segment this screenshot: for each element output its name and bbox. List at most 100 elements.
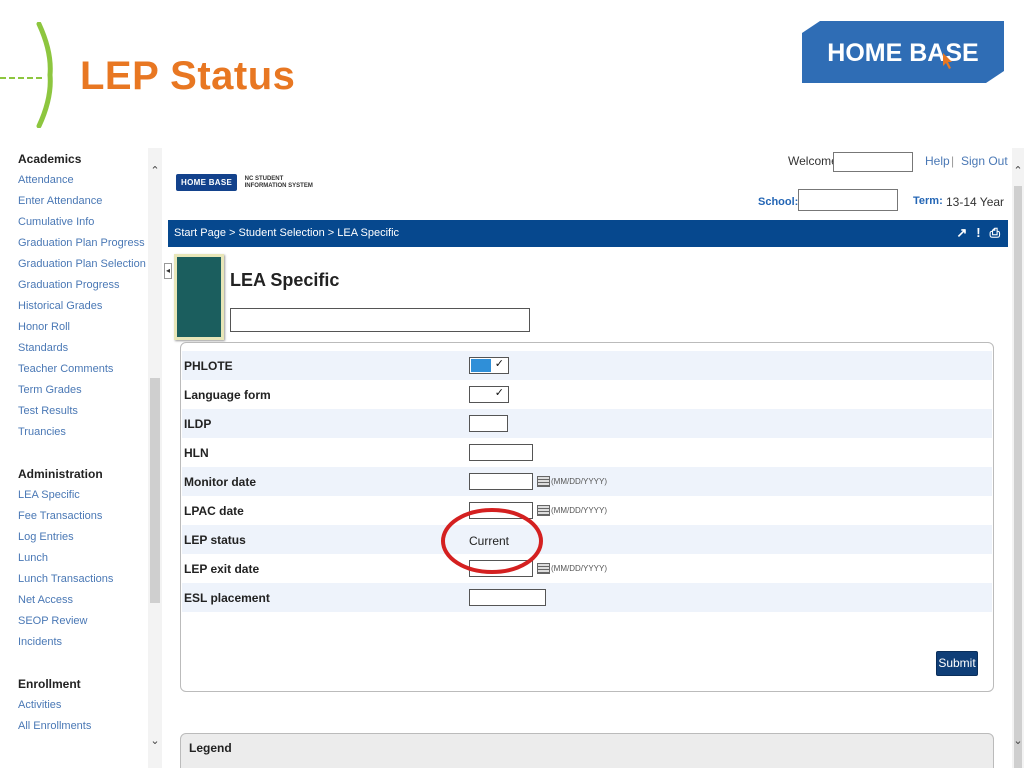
collapse-sidebar-icon[interactable]: ◂: [164, 263, 172, 279]
sidebar-nav: Academics Attendance Enter Attendance Cu…: [0, 148, 148, 768]
monitor-date-label: Monitor date: [184, 475, 256, 489]
home-base-logo-text: HOME BASE: [827, 39, 978, 67]
chevron-up-icon[interactable]: ⌃: [1012, 164, 1024, 177]
sidebar-section-administration: Administration LEA Specific Fee Transact…: [0, 467, 148, 653]
submit-button[interactable]: Submit: [936, 651, 978, 676]
scrollbar-thumb[interactable]: [150, 378, 160, 603]
chevron-up-icon[interactable]: ⌃: [149, 164, 161, 177]
legend-title: Legend: [189, 741, 232, 755]
chevron-down-icon: ✓: [494, 358, 504, 371]
language-form-label: Language form: [184, 388, 271, 402]
sidebar-section-enrollment: Enrollment Activities All Enrollments: [0, 677, 148, 737]
esl-placement-input[interactable]: [469, 589, 546, 607]
form-row-hln: HLN: [182, 438, 992, 467]
ildp-input[interactable]: [469, 415, 508, 433]
sidebar-item-term-grades[interactable]: Term Grades: [0, 380, 148, 401]
chevron-down-icon[interactable]: ⌄: [1012, 734, 1024, 747]
monitor-date-input[interactable]: [469, 473, 533, 491]
student-name-field: [230, 308, 530, 332]
sidebar-item-lunch[interactable]: Lunch: [0, 548, 148, 569]
app-logo-mark: HOME BASE: [176, 174, 238, 192]
sidebar-item-standards[interactable]: Standards: [0, 338, 148, 359]
lpac-date-label: LPAC date: [184, 504, 244, 518]
term-value[interactable]: 13-14 Year: [946, 195, 1004, 209]
page-title: LEA Specific: [230, 270, 340, 290]
date-format-hint: (MM/DD/YYYY): [551, 564, 607, 574]
sidebar-item-historical-grades[interactable]: Historical Grades: [0, 296, 148, 317]
esl-placement-label: ESL placement: [184, 591, 270, 605]
sidebar-item-net-access[interactable]: Net Access: [0, 590, 148, 611]
school-label: School:: [758, 196, 799, 208]
phlote-select[interactable]: ✓: [469, 357, 509, 375]
slide-root: LEP Status HOME BASE Academics Attendanc…: [0, 0, 1024, 768]
sidebar-item-fee-transactions[interactable]: Fee Transactions: [0, 506, 148, 527]
sidebar-item-log-entries[interactable]: Log Entries: [0, 527, 148, 548]
sidebar-item-lea-specific[interactable]: LEA Specific: [0, 485, 148, 506]
lep-exit-date-label: LEP exit date: [184, 562, 260, 576]
sidebar-section-academics: Academics Attendance Enter Attendance Cu…: [0, 152, 148, 443]
print-icon[interactable]: ⎙: [990, 225, 1000, 240]
hln-input[interactable]: [469, 444, 533, 462]
sidebar-item-seop-review[interactable]: SEOP Review: [0, 611, 148, 632]
sidebar-scrollbar[interactable]: ⌃ ⌄: [148, 148, 162, 768]
alert-icon[interactable]: !: [976, 225, 980, 240]
slide-title: LEP Status: [80, 54, 296, 98]
chevron-down-icon[interactable]: ⌄: [149, 734, 161, 747]
sidebar-item-enter-attendance[interactable]: Enter Attendance: [0, 191, 148, 212]
sidebar-item-attendance[interactable]: Attendance: [0, 170, 148, 191]
date-format-hint: (MM/DD/YYYY): [551, 506, 607, 516]
sidebar-item-graduation-plan-progress[interactable]: Graduation Plan Progress: [0, 233, 148, 254]
sidebar-item-cumulative-info[interactable]: Cumulative Info: [0, 212, 148, 233]
decorative-bracket: [36, 22, 53, 128]
date-format-hint: (MM/DD/YYYY): [551, 477, 607, 487]
form-row-ildp: ILDP: [182, 409, 992, 438]
user-name-field: [833, 152, 913, 172]
hln-label: HLN: [184, 446, 209, 460]
form-row-esl-placement: ESL placement: [182, 583, 992, 612]
home-base-logo: HOME BASE: [802, 21, 1004, 83]
help-link[interactable]: Help: [925, 154, 950, 168]
calendar-icon[interactable]: [537, 476, 550, 488]
sidebar-item-lunch-transactions[interactable]: Lunch Transactions: [0, 569, 148, 590]
sidebar-item-teacher-comments[interactable]: Teacher Comments: [0, 359, 148, 380]
breadcrumb-bar: Start Page > Student Selection > LEA Spe…: [168, 220, 1008, 247]
sidebar-section-title: Enrollment: [18, 677, 81, 691]
sidebar-item-all-enrollments[interactable]: All Enrollments: [0, 716, 148, 737]
chevron-down-icon: ✓: [494, 387, 504, 400]
phlote-label: PHLOTE: [184, 359, 233, 373]
sidebar-item-activities[interactable]: Activities: [0, 695, 148, 716]
sign-out-link[interactable]: Sign Out: [961, 154, 1008, 168]
highlight-circle: [441, 508, 543, 574]
pointer-icon[interactable]: ↗: [956, 225, 967, 240]
header-separator: |: [951, 154, 955, 168]
sidebar-item-honor-roll[interactable]: Honor Roll: [0, 317, 148, 338]
sidebar-item-graduation-progress[interactable]: Graduation Progress: [0, 275, 148, 296]
sidebar-section-title: Academics: [18, 152, 82, 166]
student-photo: [174, 254, 224, 340]
sidebar-item-truancies[interactable]: Truancies: [0, 422, 148, 443]
sidebar-item-incidents[interactable]: Incidents: [0, 632, 148, 653]
lep-status-label: LEP status: [184, 533, 246, 547]
term-label: Term:: [913, 195, 943, 207]
main-scrollbar[interactable]: ⌃ ⌄: [1012, 148, 1024, 768]
form-row-lpac-date: LPAC date (MM/DD/YYYY): [182, 496, 992, 525]
breadcrumb[interactable]: Start Page > Student Selection > LEA Spe…: [174, 227, 399, 239]
language-form-select[interactable]: ✓: [469, 386, 509, 404]
form-row-phlote: PHLOTE ✓: [182, 351, 992, 380]
ildp-label: ILDP: [184, 417, 212, 431]
form-row-language-form: Language form ✓: [182, 380, 992, 409]
form-row-lep-exit-date: LEP exit date (MM/DD/YYYY): [182, 554, 992, 583]
legend-panel: Legend: [180, 733, 994, 768]
main-content: HOME BASE NC STUDENT INFORMATION SYSTEM W…: [162, 148, 1012, 768]
form-row-lep-status: LEP status Current: [182, 525, 992, 554]
breadcrumb-actions: ↗! ⎙: [947, 225, 1000, 241]
sidebar-section-title: Administration: [18, 467, 103, 481]
school-field: [798, 189, 898, 211]
scrollbar-thumb[interactable]: [1014, 186, 1022, 768]
lea-specific-form: PHLOTE ✓ Language form ✓ ILDP HLN Monito…: [180, 342, 994, 692]
form-row-monitor-date: Monitor date (MM/DD/YYYY): [182, 467, 992, 496]
app-logo: HOME BASE NC STUDENT INFORMATION SYSTEM: [176, 174, 313, 192]
app-logo-subtext: NC STUDENT INFORMATION SYSTEM: [244, 175, 313, 189]
sidebar-item-test-results[interactable]: Test Results: [0, 401, 148, 422]
sidebar-item-graduation-plan-selection[interactable]: Graduation Plan Selection: [0, 254, 148, 275]
